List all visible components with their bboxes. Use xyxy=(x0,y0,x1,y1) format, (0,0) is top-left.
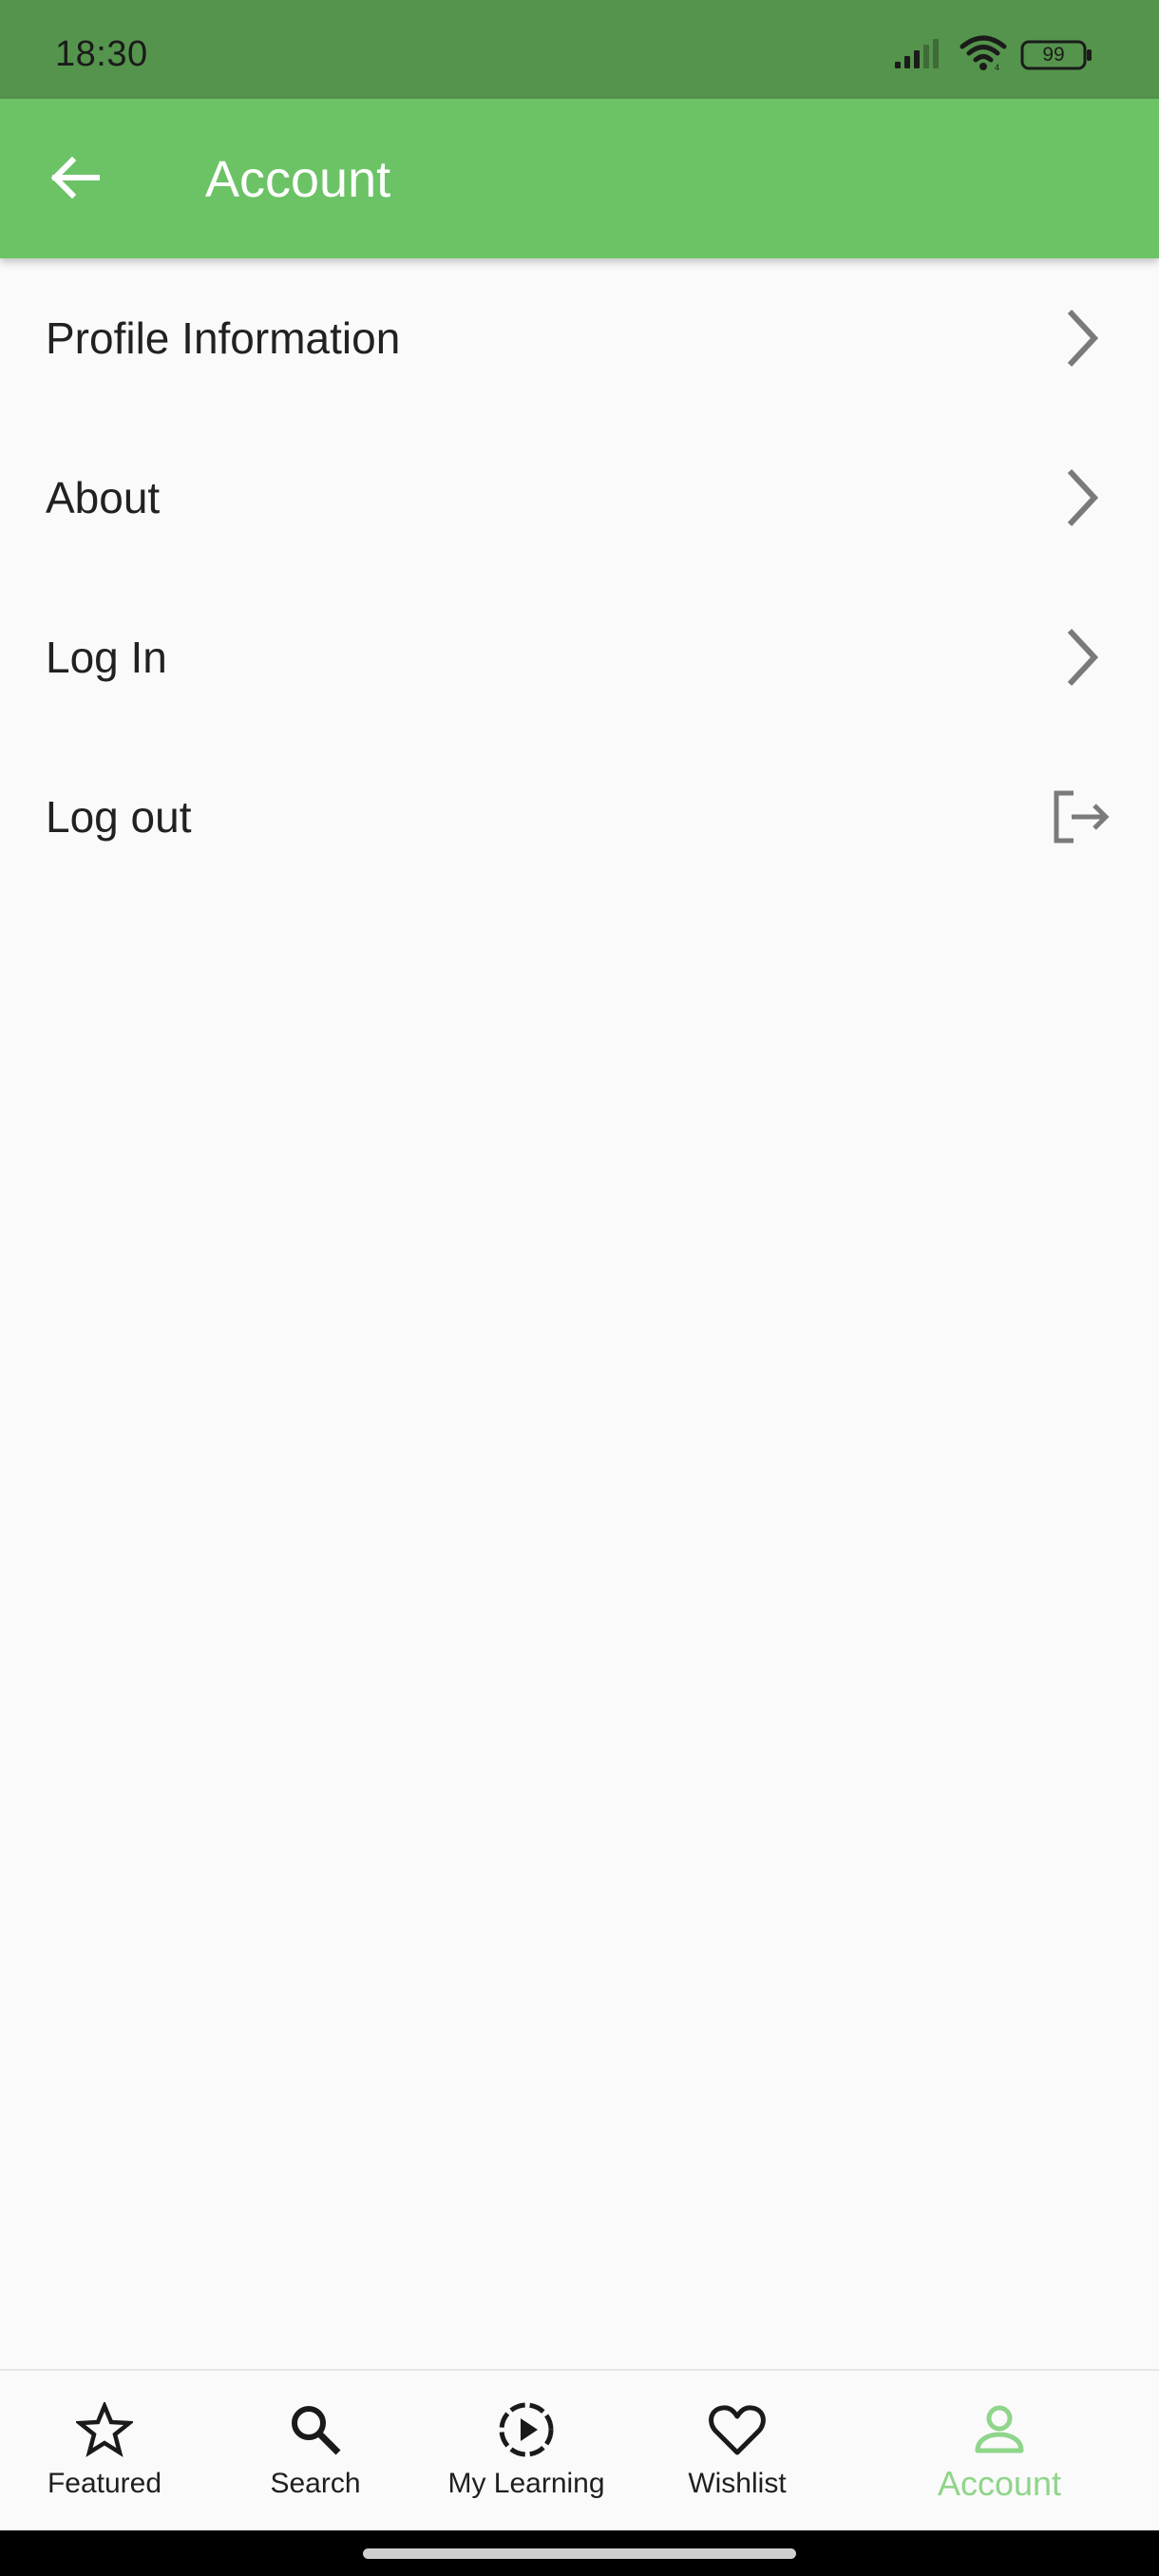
nav-label: My Learning xyxy=(447,2468,605,2499)
back-button[interactable] xyxy=(48,152,103,207)
system-gesture-bar xyxy=(0,2530,1159,2576)
logout-icon xyxy=(1051,786,1112,847)
bottom-navigation: Featured Search My Learning Wishlist Acc… xyxy=(0,2369,1159,2530)
play-circle-icon xyxy=(496,2399,557,2460)
nav-label: Wishlist xyxy=(688,2468,787,2499)
nav-item-search[interactable]: Search xyxy=(239,2371,391,2532)
account-menu: Profile Information About Log In Log out xyxy=(0,258,1159,897)
chevron-right-icon xyxy=(1051,627,1112,688)
search-icon xyxy=(285,2399,346,2460)
nav-item-my-learning[interactable]: My Learning xyxy=(431,2371,621,2532)
menu-item-profile-information[interactable]: Profile Information xyxy=(0,258,1159,418)
wifi-icon: 4 xyxy=(960,35,1007,76)
menu-item-label: Profile Information xyxy=(46,313,401,363)
nav-item-wishlist[interactable]: Wishlist xyxy=(661,2371,813,2532)
battery-level: 99 xyxy=(1042,44,1065,66)
menu-item-label: Log out xyxy=(46,792,192,842)
page-title: Account xyxy=(205,151,391,208)
chevron-right-icon xyxy=(1051,308,1112,369)
status-time: 18:30 xyxy=(55,34,148,74)
nav-item-featured[interactable]: Featured xyxy=(28,2371,180,2532)
battery-icon: 99 xyxy=(1020,39,1092,71)
menu-item-label: Log In xyxy=(46,633,167,682)
app-bar: Account xyxy=(0,99,1159,258)
chevron-right-icon xyxy=(1051,467,1112,528)
svg-text:4: 4 xyxy=(995,63,999,71)
nav-label: Featured xyxy=(47,2468,162,2499)
person-outline-icon xyxy=(969,2399,1030,2460)
heart-outline-icon xyxy=(707,2399,768,2460)
nav-item-account[interactable]: Account xyxy=(914,2371,1085,2532)
status-icons: 4 99 xyxy=(893,35,1092,76)
arrow-back-icon xyxy=(49,156,101,204)
home-gesture-handle[interactable] xyxy=(363,2548,796,2559)
nav-label: Search xyxy=(270,2468,361,2499)
nav-label: Account xyxy=(937,2464,1062,2503)
menu-item-log-in[interactable]: Log In xyxy=(0,578,1159,737)
menu-item-log-out[interactable]: Log out xyxy=(0,737,1159,897)
menu-item-about[interactable]: About xyxy=(0,418,1159,578)
menu-item-label: About xyxy=(46,473,161,522)
status-bar: 18:30 4 99 xyxy=(0,0,1159,99)
signal-icon xyxy=(893,37,946,74)
star-outline-icon xyxy=(74,2399,135,2460)
